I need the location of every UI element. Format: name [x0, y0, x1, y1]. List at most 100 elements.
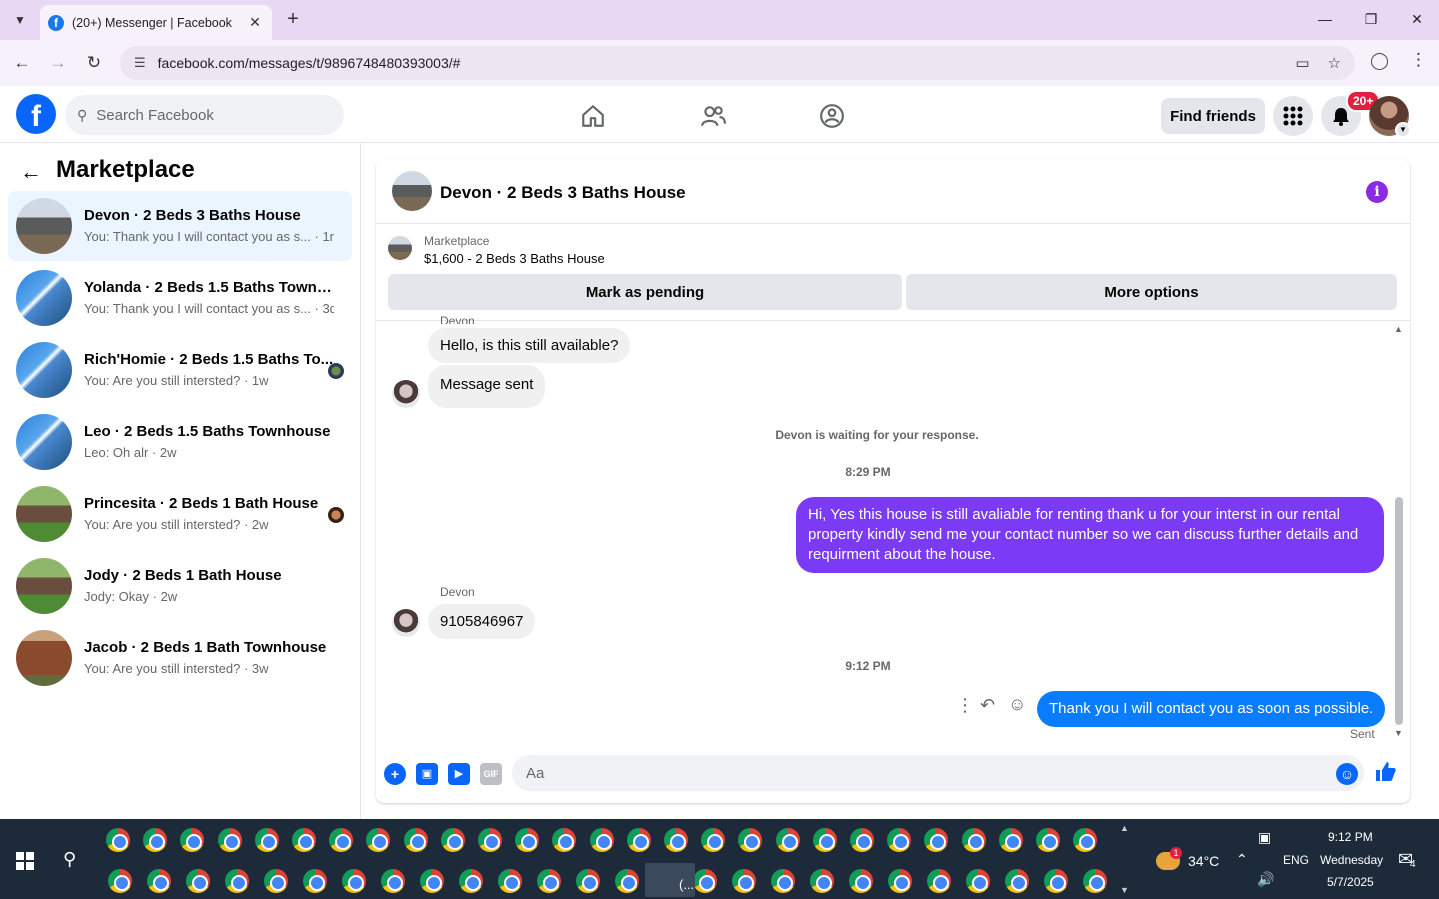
- tab-close-icon[interactable]: ✕: [246, 14, 264, 31]
- sender-avatar[interactable]: [392, 380, 420, 408]
- incoming-message[interactable]: 9105846967: [428, 604, 536, 639]
- conversation-item-princesita[interactable]: Princesita · 2 Beds 1 Bath House You: Ar…: [8, 479, 352, 549]
- taskbar-scroll-down-icon[interactable]: ▼: [1120, 885, 1129, 895]
- gif-icon[interactable]: GIF: [480, 763, 502, 785]
- conversation-item-jacob[interactable]: Jacob · 2 Beds 1 Bath Townhouse You: Are…: [8, 623, 352, 693]
- conversation-item-jody[interactable]: Jody · 2 Beds 1 Bath House Jody: Okay · …: [8, 551, 352, 621]
- chrome-taskbar-icon[interactable]: [701, 828, 726, 852]
- menu-grid-icon[interactable]: [1273, 96, 1313, 136]
- emoji-icon[interactable]: ☺: [1336, 763, 1358, 785]
- find-friends-button[interactable]: Find friends: [1161, 98, 1265, 134]
- install-app-icon[interactable]: ▭: [1295, 54, 1309, 72]
- conversation-item-leo[interactable]: Leo · 2 Beds 1.5 Baths Townhouse Leo: Oh…: [8, 407, 352, 477]
- reload-icon[interactable]: ↻: [81, 50, 107, 76]
- chrome-taskbar-icon[interactable]: [180, 828, 205, 852]
- back-icon[interactable]: ←: [9, 50, 35, 76]
- groups-icon[interactable]: [812, 96, 852, 136]
- chrome-taskbar-icon[interactable]: [329, 828, 354, 852]
- chrome-taskbar-icon[interactable]: [810, 869, 834, 893]
- outgoing-message[interactable]: Thank you I will contact you as soon as …: [1037, 691, 1386, 727]
- chrome-taskbar-icon[interactable]: [498, 869, 522, 893]
- chrome-taskbar-icon[interactable]: [459, 869, 483, 893]
- chrome-taskbar-icon[interactable]: [1005, 869, 1029, 893]
- restore-icon[interactable]: ❐: [1356, 6, 1386, 32]
- tab-search-dropdown-icon[interactable]: ▼: [8, 8, 32, 32]
- conversation-item-richhomie[interactable]: Rich'Homie · 2 Beds 1.5 Baths To... You:…: [8, 335, 352, 405]
- chrome-taskbar-icon[interactable]: [1083, 869, 1107, 893]
- browser-menu-icon[interactable]: ⋮: [1410, 50, 1427, 70]
- chrome-taskbar-icon[interactable]: [1073, 828, 1098, 852]
- chrome-taskbar-icon[interactable]: [589, 828, 614, 852]
- chrome-taskbar-icon[interactable]: [217, 828, 242, 852]
- chrome-taskbar-icon[interactable]: [420, 869, 444, 893]
- chrome-taskbar-icon[interactable]: [292, 828, 316, 852]
- info-icon[interactable]: i: [1366, 181, 1388, 203]
- friends-icon[interactable]: [693, 96, 733, 136]
- chrome-taskbar-icon[interactable]: [225, 869, 249, 893]
- chrome-taskbar-icon[interactable]: [381, 869, 405, 893]
- chrome-taskbar-icon[interactable]: [888, 869, 912, 893]
- chrome-taskbar-icon[interactable]: [924, 828, 949, 852]
- chrome-taskbar-icon[interactable]: [693, 869, 717, 893]
- chrome-taskbar-icon[interactable]: [961, 828, 986, 852]
- minimize-icon[interactable]: —: [1310, 6, 1340, 32]
- chrome-taskbar-icon[interactable]: [850, 828, 874, 852]
- chrome-taskbar-icon[interactable]: [108, 869, 132, 893]
- clock-time[interactable]: 9:12 PM: [1328, 830, 1373, 844]
- chrome-taskbar-icon[interactable]: [515, 828, 540, 852]
- show-hidden-icons-icon[interactable]: ⌃: [1236, 851, 1248, 868]
- chrome-taskbar-icon[interactable]: [478, 828, 502, 852]
- language-indicator[interactable]: ENG: [1283, 853, 1309, 867]
- clock-day[interactable]: Wednesday: [1320, 853, 1383, 867]
- chrome-taskbar-icon[interactable]: [366, 828, 391, 852]
- facebook-logo-icon[interactable]: f: [16, 94, 56, 134]
- chrome-taskbar-icon[interactable]: [849, 869, 873, 893]
- chrome-taskbar-icon[interactable]: [254, 828, 279, 852]
- sticker-icon[interactable]: ▶: [448, 763, 470, 785]
- home-icon[interactable]: [573, 96, 613, 136]
- chrome-taskbar-icon[interactable]: [403, 828, 428, 852]
- chrome-taskbar-icon[interactable]: [147, 869, 171, 893]
- more-actions-icon[interactable]: ⋮: [956, 695, 974, 716]
- chrome-taskbar-icon[interactable]: [738, 828, 763, 852]
- search-box[interactable]: ⚲: [65, 95, 344, 135]
- chrome-taskbar-icon[interactable]: [887, 828, 912, 852]
- taskbar-search-icon[interactable]: ⚲: [63, 849, 76, 870]
- chrome-taskbar-icon[interactable]: [552, 828, 577, 852]
- volume-icon[interactable]: 🔊: [1257, 871, 1274, 888]
- chrome-taskbar-icon[interactable]: [775, 828, 800, 852]
- scroll-down-icon[interactable]: ▼: [1394, 728, 1403, 738]
- browser-tab[interactable]: f (20+) Messenger | Facebook ✕: [40, 5, 272, 40]
- chat-avatar[interactable]: [392, 171, 432, 211]
- chat-title[interactable]: Devon · 2 Beds 3 Baths House: [440, 183, 686, 203]
- chrome-taskbar-icon[interactable]: [186, 869, 210, 893]
- message-input[interactable]: [512, 755, 1364, 791]
- meet-now-icon[interactable]: ▣: [1258, 829, 1271, 846]
- chrome-taskbar-icon[interactable]: [537, 869, 561, 893]
- plus-icon[interactable]: +: [384, 763, 406, 785]
- new-tab-icon[interactable]: +: [282, 8, 304, 30]
- outgoing-message[interactable]: Hi, Yes this house is still avaliable fo…: [796, 497, 1384, 573]
- sender-avatar[interactable]: [392, 609, 420, 637]
- incoming-message[interactable]: Message sent: [428, 365, 546, 408]
- chrome-taskbar-icon[interactable]: [812, 828, 837, 852]
- address-bar[interactable]: ☰ facebook.com/messages/t/98967484803930…: [120, 46, 1355, 80]
- chrome-taskbar-icon[interactable]: [1036, 828, 1060, 852]
- chrome-taskbar-icon[interactable]: [1044, 869, 1068, 893]
- attach-image-icon[interactable]: ▣: [416, 763, 438, 785]
- react-smiley-icon[interactable]: ☺: [1008, 694, 1026, 715]
- more-options-button[interactable]: More options: [906, 274, 1397, 310]
- forward-icon[interactable]: →: [45, 50, 71, 76]
- conversation-item-yolanda[interactable]: Yolanda · 2 Beds 1.5 Baths Townho... You…: [8, 263, 352, 333]
- chrome-taskbar-icon[interactable]: [576, 869, 600, 893]
- chrome-taskbar-icon[interactable]: [303, 869, 327, 893]
- thumbs-up-icon[interactable]: [1374, 760, 1398, 784]
- conversation-item-devon[interactable]: Devon · 2 Beds 3 Baths House You: Thank …: [8, 191, 352, 261]
- clock-date[interactable]: 5/7/2025: [1327, 875, 1374, 889]
- chrome-taskbar-icon[interactable]: [927, 869, 951, 893]
- chrome-taskbar-icon[interactable]: [732, 869, 756, 893]
- search-input[interactable]: [96, 106, 317, 124]
- site-info-icon[interactable]: ☰: [134, 55, 146, 71]
- listing-price[interactable]: $1,600 - 2 Beds 3 Baths House: [424, 251, 605, 266]
- chrome-taskbar-icon[interactable]: [264, 869, 288, 893]
